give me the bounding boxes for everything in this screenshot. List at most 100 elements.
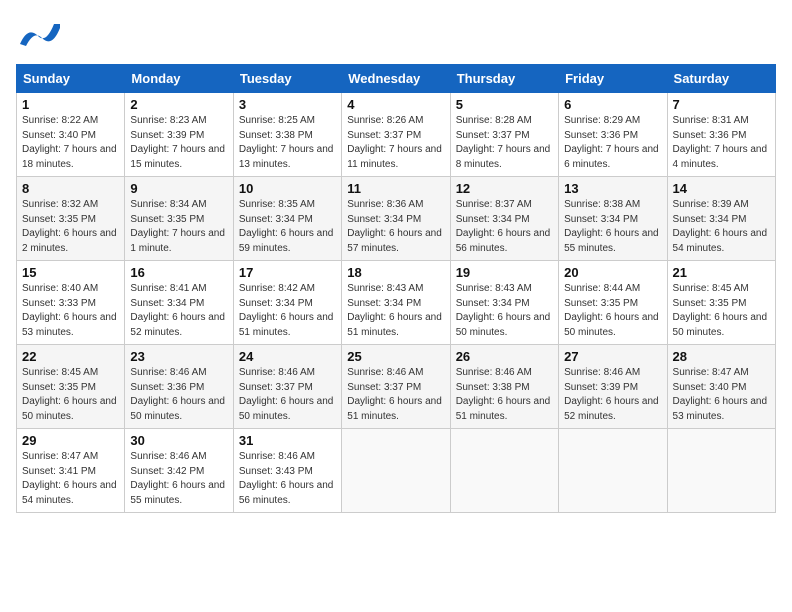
day-info: Sunrise: 8:45 AM Sunset: 3:35 PM Dayligh… xyxy=(22,366,119,424)
calendar-cell: 30 Sunrise: 8:46 AM Sunset: 3:42 PM Dayl… xyxy=(125,429,233,513)
calendar-cell: 21 Sunrise: 8:45 AM Sunset: 3:35 PM Dayl… xyxy=(667,261,775,345)
calendar-cell: 17 Sunrise: 8:42 AM Sunset: 3:34 PM Dayl… xyxy=(233,261,341,345)
day-number: 11 xyxy=(347,181,444,196)
day-number: 16 xyxy=(130,265,227,280)
day-info: Sunrise: 8:22 AM Sunset: 3:40 PM Dayligh… xyxy=(22,114,119,172)
calendar-cell: 10 Sunrise: 8:35 AM Sunset: 3:34 PM Dayl… xyxy=(233,177,341,261)
calendar-cell: 28 Sunrise: 8:47 AM Sunset: 3:40 PM Dayl… xyxy=(667,345,775,429)
calendar-cell: 19 Sunrise: 8:43 AM Sunset: 3:34 PM Dayl… xyxy=(450,261,558,345)
day-number: 14 xyxy=(673,181,770,196)
calendar-cell: 1 Sunrise: 8:22 AM Sunset: 3:40 PM Dayli… xyxy=(17,93,125,177)
day-info: Sunrise: 8:32 AM Sunset: 3:35 PM Dayligh… xyxy=(22,198,119,256)
day-info: Sunrise: 8:38 AM Sunset: 3:34 PM Dayligh… xyxy=(564,198,661,256)
day-info: Sunrise: 8:46 AM Sunset: 3:37 PM Dayligh… xyxy=(239,366,336,424)
day-number: 30 xyxy=(130,433,227,448)
day-number: 23 xyxy=(130,349,227,364)
day-number: 8 xyxy=(22,181,119,196)
calendar-cell: 27 Sunrise: 8:46 AM Sunset: 3:39 PM Dayl… xyxy=(559,345,667,429)
day-number: 13 xyxy=(564,181,661,196)
day-number: 2 xyxy=(130,97,227,112)
calendar-cell: 12 Sunrise: 8:37 AM Sunset: 3:34 PM Dayl… xyxy=(450,177,558,261)
calendar-cell: 31 Sunrise: 8:46 AM Sunset: 3:43 PM Dayl… xyxy=(233,429,341,513)
calendar-cell: 20 Sunrise: 8:44 AM Sunset: 3:35 PM Dayl… xyxy=(559,261,667,345)
day-number: 31 xyxy=(239,433,336,448)
day-number: 4 xyxy=(347,97,444,112)
calendar-cell: 2 Sunrise: 8:23 AM Sunset: 3:39 PM Dayli… xyxy=(125,93,233,177)
calendar-cell: 25 Sunrise: 8:46 AM Sunset: 3:37 PM Dayl… xyxy=(342,345,450,429)
day-number: 12 xyxy=(456,181,553,196)
calendar-cell xyxy=(667,429,775,513)
day-number: 21 xyxy=(673,265,770,280)
calendar-table: SundayMondayTuesdayWednesdayThursdayFrid… xyxy=(16,64,776,513)
day-info: Sunrise: 8:47 AM Sunset: 3:40 PM Dayligh… xyxy=(673,366,770,424)
calendar-header xyxy=(16,16,776,54)
day-info: Sunrise: 8:26 AM Sunset: 3:37 PM Dayligh… xyxy=(347,114,444,172)
day-info: Sunrise: 8:28 AM Sunset: 3:37 PM Dayligh… xyxy=(456,114,553,172)
day-number: 5 xyxy=(456,97,553,112)
calendar-cell: 29 Sunrise: 8:47 AM Sunset: 3:41 PM Dayl… xyxy=(17,429,125,513)
calendar-cell: 5 Sunrise: 8:28 AM Sunset: 3:37 PM Dayli… xyxy=(450,93,558,177)
weekday-header-sunday: Sunday xyxy=(17,65,125,93)
calendar-cell: 14 Sunrise: 8:39 AM Sunset: 3:34 PM Dayl… xyxy=(667,177,775,261)
day-number: 20 xyxy=(564,265,661,280)
day-info: Sunrise: 8:37 AM Sunset: 3:34 PM Dayligh… xyxy=(456,198,553,256)
day-info: Sunrise: 8:31 AM Sunset: 3:36 PM Dayligh… xyxy=(673,114,770,172)
day-number: 27 xyxy=(564,349,661,364)
calendar-cell: 18 Sunrise: 8:43 AM Sunset: 3:34 PM Dayl… xyxy=(342,261,450,345)
day-number: 7 xyxy=(673,97,770,112)
day-info: Sunrise: 8:46 AM Sunset: 3:43 PM Dayligh… xyxy=(239,450,336,508)
day-info: Sunrise: 8:46 AM Sunset: 3:42 PM Dayligh… xyxy=(130,450,227,508)
calendar-cell: 23 Sunrise: 8:46 AM Sunset: 3:36 PM Dayl… xyxy=(125,345,233,429)
day-info: Sunrise: 8:44 AM Sunset: 3:35 PM Dayligh… xyxy=(564,282,661,340)
calendar-cell: 8 Sunrise: 8:32 AM Sunset: 3:35 PM Dayli… xyxy=(17,177,125,261)
day-number: 10 xyxy=(239,181,336,196)
day-info: Sunrise: 8:43 AM Sunset: 3:34 PM Dayligh… xyxy=(347,282,444,340)
weekday-header-wednesday: Wednesday xyxy=(342,65,450,93)
day-info: Sunrise: 8:46 AM Sunset: 3:36 PM Dayligh… xyxy=(130,366,227,424)
day-number: 22 xyxy=(22,349,119,364)
day-number: 26 xyxy=(456,349,553,364)
calendar-cell: 16 Sunrise: 8:41 AM Sunset: 3:34 PM Dayl… xyxy=(125,261,233,345)
day-number: 9 xyxy=(130,181,227,196)
calendar-cell xyxy=(559,429,667,513)
day-info: Sunrise: 8:42 AM Sunset: 3:34 PM Dayligh… xyxy=(239,282,336,340)
weekday-header-monday: Monday xyxy=(125,65,233,93)
day-number: 18 xyxy=(347,265,444,280)
day-info: Sunrise: 8:34 AM Sunset: 3:35 PM Dayligh… xyxy=(130,198,227,256)
day-info: Sunrise: 8:25 AM Sunset: 3:38 PM Dayligh… xyxy=(239,114,336,172)
day-info: Sunrise: 8:36 AM Sunset: 3:34 PM Dayligh… xyxy=(347,198,444,256)
day-info: Sunrise: 8:47 AM Sunset: 3:41 PM Dayligh… xyxy=(22,450,119,508)
calendar-cell: 4 Sunrise: 8:26 AM Sunset: 3:37 PM Dayli… xyxy=(342,93,450,177)
day-info: Sunrise: 8:46 AM Sunset: 3:39 PM Dayligh… xyxy=(564,366,661,424)
calendar-cell: 3 Sunrise: 8:25 AM Sunset: 3:38 PM Dayli… xyxy=(233,93,341,177)
day-number: 3 xyxy=(239,97,336,112)
day-number: 6 xyxy=(564,97,661,112)
calendar-cell: 6 Sunrise: 8:29 AM Sunset: 3:36 PM Dayli… xyxy=(559,93,667,177)
day-number: 28 xyxy=(673,349,770,364)
day-info: Sunrise: 8:41 AM Sunset: 3:34 PM Dayligh… xyxy=(130,282,227,340)
day-info: Sunrise: 8:29 AM Sunset: 3:36 PM Dayligh… xyxy=(564,114,661,172)
day-info: Sunrise: 8:46 AM Sunset: 3:37 PM Dayligh… xyxy=(347,366,444,424)
weekday-header-thursday: Thursday xyxy=(450,65,558,93)
day-number: 19 xyxy=(456,265,553,280)
calendar-cell: 13 Sunrise: 8:38 AM Sunset: 3:34 PM Dayl… xyxy=(559,177,667,261)
calendar-cell xyxy=(450,429,558,513)
calendar-cell: 7 Sunrise: 8:31 AM Sunset: 3:36 PM Dayli… xyxy=(667,93,775,177)
day-number: 25 xyxy=(347,349,444,364)
day-number: 29 xyxy=(22,433,119,448)
day-number: 17 xyxy=(239,265,336,280)
day-number: 1 xyxy=(22,97,119,112)
calendar-cell: 22 Sunrise: 8:45 AM Sunset: 3:35 PM Dayl… xyxy=(17,345,125,429)
calendar-cell: 26 Sunrise: 8:46 AM Sunset: 3:38 PM Dayl… xyxy=(450,345,558,429)
day-info: Sunrise: 8:43 AM Sunset: 3:34 PM Dayligh… xyxy=(456,282,553,340)
calendar-cell: 11 Sunrise: 8:36 AM Sunset: 3:34 PM Dayl… xyxy=(342,177,450,261)
weekday-header-friday: Friday xyxy=(559,65,667,93)
day-info: Sunrise: 8:45 AM Sunset: 3:35 PM Dayligh… xyxy=(673,282,770,340)
day-info: Sunrise: 8:23 AM Sunset: 3:39 PM Dayligh… xyxy=(130,114,227,172)
day-info: Sunrise: 8:39 AM Sunset: 3:34 PM Dayligh… xyxy=(673,198,770,256)
day-info: Sunrise: 8:46 AM Sunset: 3:38 PM Dayligh… xyxy=(456,366,553,424)
day-number: 15 xyxy=(22,265,119,280)
day-info: Sunrise: 8:40 AM Sunset: 3:33 PM Dayligh… xyxy=(22,282,119,340)
calendar-cell: 9 Sunrise: 8:34 AM Sunset: 3:35 PM Dayli… xyxy=(125,177,233,261)
calendar-cell: 24 Sunrise: 8:46 AM Sunset: 3:37 PM Dayl… xyxy=(233,345,341,429)
